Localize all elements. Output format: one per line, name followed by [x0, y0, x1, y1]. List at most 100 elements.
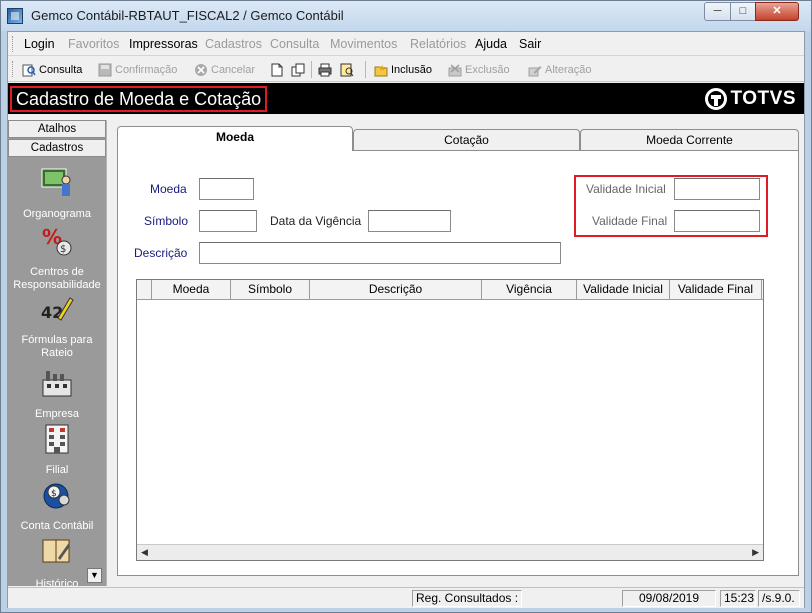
title-bar[interactable]: Gemco Contábil-RBTAUT_FISCAL2 / Gemco Co…	[1, 1, 811, 31]
sidebar-scroll-down-button[interactable]: ▼	[87, 568, 102, 583]
grid-header: Moeda Símbolo Descrição Vigência Validad…	[137, 280, 763, 300]
confirmacao-label: Confirmação	[115, 63, 178, 76]
validade-final-label: Validade Final	[592, 214, 668, 228]
sidebar-item-label: Organograma	[23, 208, 91, 220]
alteracao-button[interactable]: Alteração	[528, 61, 591, 78]
currency-grid[interactable]: Moeda Símbolo Descrição Vigência Validad…	[136, 279, 764, 561]
menu-bar: Login Favoritos Impressoras Cadastros Co…	[8, 32, 804, 56]
cancelar-button[interactable]: Cancelar	[194, 61, 255, 78]
totvs-logo: TOTVS	[704, 88, 797, 110]
grid-col-descricao[interactable]: Descrição	[310, 280, 482, 299]
grid-col-validade-inicial[interactable]: Validade Inicial	[577, 280, 670, 299]
descricao-label: Descrição	[134, 246, 188, 260]
inclusao-label: Inclusão	[391, 63, 432, 76]
alteracao-label: Alteração	[545, 63, 592, 76]
inclusao-button[interactable]: Inclusão	[374, 61, 432, 78]
sidebar-item-formulas[interactable]: 42 Fórmulas para Rateio	[8, 292, 106, 360]
grid-col-indicator	[137, 280, 152, 299]
scroll-right-icon[interactable]: ▶	[752, 547, 759, 558]
tab-moeda-corrente[interactable]: Moeda Corrente	[580, 129, 799, 151]
grid-horizontal-scrollbar[interactable]: ◀ ▶	[137, 544, 763, 560]
status-reg-consultados: Reg. Consultados : 1	[412, 590, 522, 607]
menu-movimentos[interactable]: Movimentos	[330, 37, 397, 51]
sidebar-item-organograma[interactable]: Organograma	[8, 166, 106, 221]
app-icon	[7, 8, 23, 24]
menu-login[interactable]: Login	[24, 37, 55, 51]
brand-name: TOTVS	[730, 88, 796, 109]
maximize-button[interactable]: □	[730, 2, 756, 21]
moeda-label: Moeda	[150, 182, 187, 196]
copy-button[interactable]	[291, 61, 305, 78]
history-icon	[42, 539, 70, 563]
grid-col-moeda[interactable]: Moeda	[152, 280, 231, 299]
validade-inicial-input[interactable]	[674, 178, 760, 200]
sidebar-item-label: Filial	[45, 464, 69, 476]
svg-text:$: $	[51, 489, 57, 499]
sidebar-cadastros[interactable]: Cadastros	[8, 139, 106, 157]
grid-col-vigencia[interactable]: Vigência	[482, 280, 577, 299]
data-vigencia-label: Data da Vigência	[270, 214, 362, 228]
app-window: Gemco Contábil-RBTAUT_FISCAL2 / Gemco Co…	[0, 0, 812, 613]
confirmacao-button[interactable]: Confirmação	[98, 61, 177, 78]
toolbar-grip-icon	[12, 61, 15, 77]
moeda-input[interactable]	[199, 178, 254, 200]
organogram-icon	[41, 168, 71, 196]
simbolo-input[interactable]	[199, 210, 257, 232]
menu-sair[interactable]: Sair	[519, 37, 541, 51]
menu-impressoras[interactable]: Impressoras	[129, 37, 198, 51]
account-icon: $	[43, 483, 70, 509]
status-time: 15:23	[720, 590, 756, 607]
client-area: Login Favoritos Impressoras Cadastros Co…	[7, 31, 805, 608]
data-vigencia-input[interactable]	[368, 210, 451, 232]
formula-icon: 42	[41, 297, 74, 322]
new-document-button[interactable]	[270, 61, 284, 78]
tab-cotacao[interactable]: Cotação	[353, 129, 580, 151]
copy-icon	[291, 63, 305, 76]
sidebar-item-filial[interactable]: Filial	[8, 422, 106, 477]
sidebar-item-label: Empresa	[34, 408, 80, 420]
menu-relatorios[interactable]: Relatórios	[410, 37, 466, 51]
scroll-left-icon[interactable]: ◀	[141, 547, 148, 558]
add-folder-icon	[374, 64, 388, 76]
descricao-input[interactable]	[199, 242, 561, 264]
menu-cadastros[interactable]: Cadastros	[205, 37, 262, 51]
tab-moeda[interactable]: Moeda	[117, 126, 353, 151]
toolbar-separator	[311, 61, 312, 78]
sidebar-atalhos[interactable]: Atalhos	[8, 120, 106, 138]
edit-icon	[528, 65, 542, 76]
tab-control: Moeda Cotação Moeda Corrente Moeda Símbo…	[117, 126, 799, 576]
consulta-button[interactable]: Consulta	[22, 61, 82, 78]
status-bar: Reg. Consultados : 1 09/08/2019 15:23 /s…	[8, 587, 804, 608]
consulta-label: Consulta	[39, 63, 83, 76]
grid-col-simbolo[interactable]: Símbolo	[231, 280, 310, 299]
window-title: Gemco Contábil-RBTAUT_FISCAL2 / Gemco Co…	[31, 8, 344, 23]
save-icon	[98, 63, 112, 76]
close-button[interactable]: ✕	[755, 2, 799, 21]
preview-button[interactable]	[340, 61, 354, 78]
validade-inicial-label: Validade Inicial	[586, 182, 666, 196]
sidebar-item-label: Conta Contábil	[20, 520, 94, 532]
status-date: 09/08/2019	[622, 590, 716, 607]
tab-body-moeda: Moeda Símbolo Data da Vigência Descrição…	[117, 150, 799, 576]
sidebar-item-empresa[interactable]: Empresa	[8, 366, 106, 421]
sidebar-item-label: Fórmulas para Rateio	[21, 334, 93, 359]
cost-center-icon: %$	[42, 225, 72, 256]
sidebar-item-label: Centros de Responsabilidade	[13, 266, 101, 291]
minimize-button[interactable]: ─	[704, 2, 731, 21]
validade-final-input[interactable]	[674, 210, 760, 232]
grid-col-validade-final[interactable]: Validade Final	[670, 280, 762, 299]
menu-favoritos[interactable]: Favoritos	[68, 37, 119, 51]
simbolo-label: Símbolo	[144, 214, 189, 228]
print-button[interactable]	[318, 61, 332, 78]
company-icon	[42, 371, 72, 397]
screen-title: Cadastro de Moeda e Cotação	[10, 86, 268, 112]
menu-ajuda[interactable]: Ajuda	[475, 37, 507, 51]
exclusao-button[interactable]: Exclusão	[448, 61, 510, 78]
menu-grip-icon	[12, 36, 15, 52]
main-panel: Moeda Cotação Moeda Corrente Moeda Símbo…	[106, 120, 802, 586]
sidebar-item-centros[interactable]: % $ Centros de Responsabilidade	[8, 224, 106, 292]
preview-icon	[340, 63, 354, 76]
toolbar: Consulta Confirmação Cancelar Inclusão E…	[8, 57, 804, 82]
menu-consulta[interactable]: Consulta	[270, 37, 319, 51]
sidebar-item-conta-contabil[interactable]: $ Conta Contábil	[8, 478, 106, 533]
